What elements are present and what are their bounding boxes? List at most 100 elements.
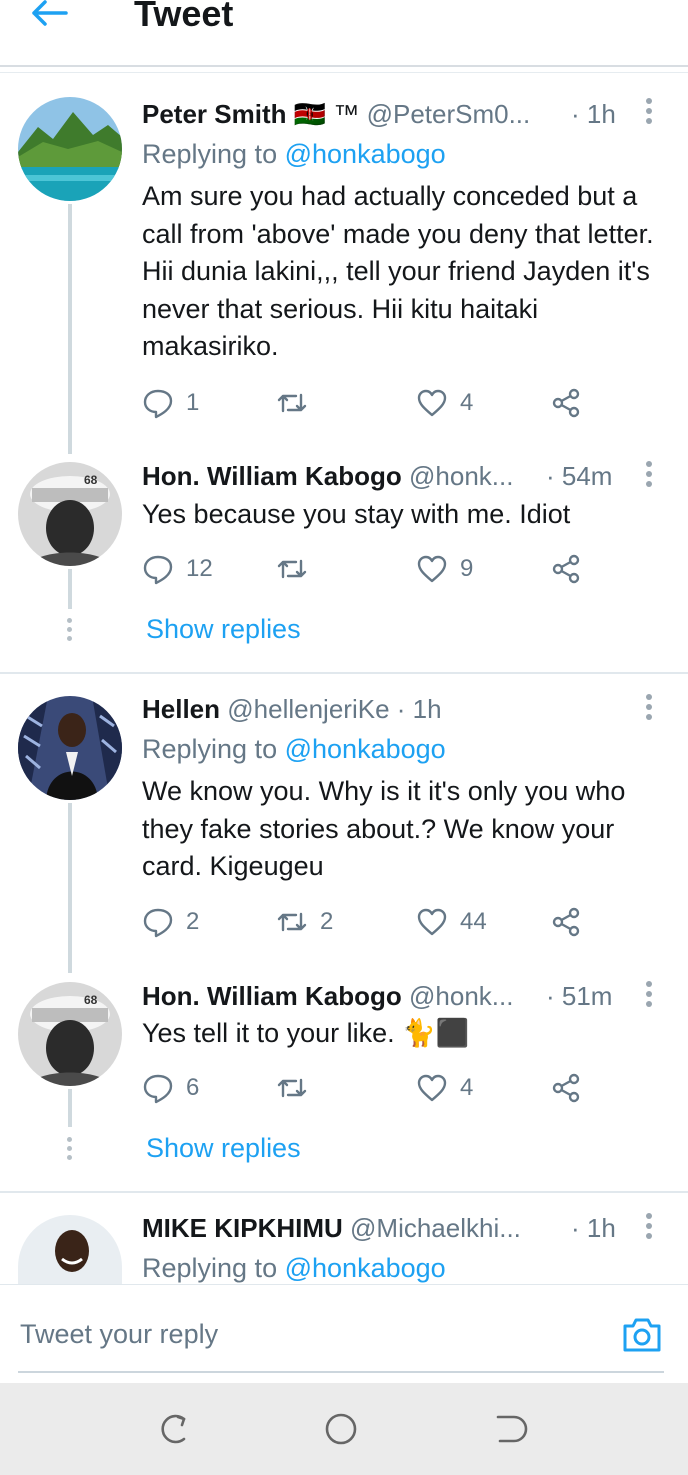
like-button[interactable]: 9 [416,552,473,586]
back-button[interactable] [30,0,70,30]
author-handle: @PeterSm0... [366,99,531,129]
reply-button[interactable]: 12 [142,552,213,586]
retweet-icon [277,912,307,932]
mention-link[interactable]: @honkabogo [285,1253,446,1283]
heart-icon [417,389,447,417]
share-icon [552,1073,580,1103]
svg-text:68: 68 [84,473,98,487]
avatar[interactable] [18,696,122,800]
share-button[interactable] [550,905,582,939]
more-options-button[interactable] [644,98,654,128]
tweet-actions: 1 4 [142,386,622,420]
retweet-icon [277,1078,307,1098]
home-circle-icon [325,1413,357,1445]
avatar[interactable] [18,1215,122,1285]
reply-count: 12 [186,555,213,582]
header-divider [0,65,688,67]
share-button[interactable] [550,386,582,420]
author-handle: @Michaelkhi... [350,1213,521,1243]
more-options-button[interactable] [644,1213,654,1243]
avatar[interactable]: 68 [18,982,122,1086]
author-handle: @honk... [409,981,514,1011]
replying-to: Replying to @honkabogo [142,139,446,169]
tweet-text: Am sure you had actually conceded but a … [142,181,654,361]
author-name[interactable]: Hon. William Kabogo [142,461,402,491]
tweet-actions: 2 2 44 [142,905,622,939]
thread-line [68,569,72,609]
app-header: Tweet [0,0,688,66]
avatar[interactable]: 68 [18,462,122,566]
thread-divider [0,1191,688,1193]
recent-apps-icon [161,1414,186,1444]
author-name[interactable]: Peter Smith [142,99,287,129]
more-options-button[interactable] [644,981,654,1011]
mention-link[interactable]: @honkabogo [285,139,446,169]
retweet-icon [277,393,307,413]
reply-input[interactable] [18,1313,582,1355]
tweet-actions: 6 4 [142,1071,622,1105]
author-name[interactable]: Hon. William Kabogo [142,981,402,1011]
speech-bubble-icon [143,389,173,419]
retweet-button[interactable]: 2 [276,905,333,939]
more-options-button[interactable] [644,694,654,724]
tweet-text: Yes because you stay with me. Idiot [142,499,571,529]
retweet-icon [277,559,307,579]
thread-line [68,1089,72,1127]
retweet-button[interactable] [276,386,320,420]
avatar[interactable] [18,97,122,201]
reply-input-underline [18,1371,664,1373]
tweet-text: Yes tell it to your like. 🐈⬛ [142,1018,470,1048]
author-name[interactable]: Hellen [142,694,220,724]
like-count: 4 [460,1074,474,1101]
like-button[interactable]: 4 [416,1071,473,1105]
reply-button[interactable]: 6 [142,1071,199,1105]
tweet-actions: 12 9 [142,552,622,586]
show-replies-link[interactable]: Show replies [146,614,301,644]
retweet-button[interactable] [276,552,320,586]
heart-icon [417,908,447,936]
like-button[interactable]: 4 [416,386,473,420]
share-icon [552,907,580,937]
like-button[interactable]: 44 [416,905,487,939]
timestamp: · 51m [546,981,613,1011]
share-icon [552,554,580,584]
timestamp: · 1h [571,1213,616,1243]
heart-icon [417,1074,447,1102]
timestamp: · 1h [571,99,616,129]
timestamp: · 54m [546,461,613,491]
back-nav-button[interactable] [492,1411,528,1447]
reply-count: 6 [186,1074,200,1101]
back-nav-icon [496,1415,528,1443]
author-handle: @honk... [409,461,514,491]
page-title: Tweet [134,0,234,34]
author-name[interactable]: MIKE KIPKHIMU [142,1213,343,1243]
timestamp: · 1h [396,694,442,724]
share-icon [552,388,580,418]
reply-count: 1 [186,389,200,416]
home-button[interactable] [323,1411,359,1447]
like-count: 44 [460,908,487,935]
thread-divider [0,672,688,674]
share-button[interactable] [550,552,582,586]
header-divider-inner [0,72,688,73]
reply-button[interactable]: 2 [142,905,199,939]
like-count: 9 [460,555,474,582]
share-button[interactable] [550,1071,582,1105]
retweet-button[interactable] [276,1071,320,1105]
author-badges: 🇰🇪 ™ [293,99,360,129]
thread-continuation-dots [67,1137,73,1164]
camera-button[interactable] [621,1314,663,1356]
show-replies-link[interactable]: Show replies [146,1133,301,1163]
tweet-text: We know you. Why is it it's only you who… [142,776,626,881]
more-options-button[interactable] [644,461,654,491]
replying-to: Replying to @honkabogo [142,1253,446,1283]
thread-line [68,204,72,454]
recent-apps-button[interactable] [154,1411,190,1447]
arrow-left-icon [32,0,68,26]
reply-button[interactable]: 1 [142,386,199,420]
author-handle: @hellenjeriKe [227,694,390,724]
thread-continuation-dots [67,618,73,645]
reply-composer [0,1285,688,1383]
mention-link[interactable]: @honkabogo [285,734,446,764]
speech-bubble-icon [143,555,173,585]
